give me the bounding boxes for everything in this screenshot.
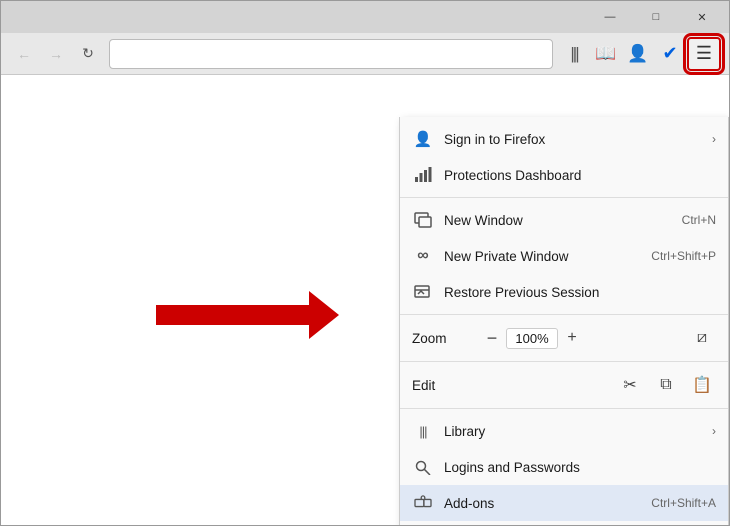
- library-arrow: ›: [712, 424, 716, 438]
- zoom-expand-button[interactable]: ⧄: [688, 325, 716, 351]
- hamburger-button[interactable]: ☰: [687, 37, 721, 71]
- menu-item-options[interactable]: ⚙ Options: [400, 521, 728, 525]
- divider-3: [400, 361, 728, 362]
- addons-icon: [412, 492, 434, 514]
- zoom-row[interactable]: Zoom − 100% + ⧄: [400, 319, 728, 357]
- new-window-shortcut: Ctrl+N: [682, 213, 716, 227]
- toolbar-right-buttons: ||| 📖 👤 ✔ ☰: [559, 37, 721, 71]
- forward-button[interactable]: →: [41, 39, 71, 69]
- arrow-body: [156, 305, 311, 325]
- signin-label: Sign in to Firefox: [444, 132, 708, 147]
- minimize-button[interactable]: —: [587, 1, 633, 33]
- close-button[interactable]: ✕: [679, 1, 725, 33]
- divider-4: [400, 408, 728, 409]
- firefox-icon: ✔: [662, 43, 677, 64]
- context-menu: 👤 Sign in to Firefox › Protection: [399, 117, 729, 525]
- zoom-label: Zoom: [412, 331, 462, 346]
- page-content: 👤 Sign in to Firefox › Protection: [1, 75, 729, 525]
- menu-item-signin[interactable]: 👤 Sign in to Firefox ›: [400, 121, 728, 157]
- zoom-minus-button[interactable]: −: [478, 325, 506, 351]
- library-label: Library: [444, 424, 708, 439]
- signin-arrow: ›: [712, 132, 716, 146]
- logins-icon: [412, 456, 434, 478]
- menu-item-protections[interactable]: Protections Dashboard: [400, 157, 728, 193]
- browser-window: — □ ✕ ← → ↻ ||| 📖 👤 ✔ ☰: [0, 0, 730, 526]
- account-icon: 👤: [627, 44, 648, 64]
- zoom-value: 100%: [506, 328, 558, 349]
- browser-toolbar: ← → ↻ ||| 📖 👤 ✔ ☰: [1, 33, 729, 75]
- menu-item-addons[interactable]: Add-ons Ctrl+Shift+A: [400, 485, 728, 521]
- synced-tabs-icon: 📖: [595, 44, 616, 64]
- back-button[interactable]: ←: [9, 39, 39, 69]
- copy-button[interactable]: ⧉: [652, 372, 680, 398]
- main-area: 👤 Sign in to Firefox › Protection: [1, 75, 729, 525]
- menu-item-restore-session[interactable]: Restore Previous Session: [400, 274, 728, 310]
- restore-session-icon: [412, 281, 434, 303]
- cut-button[interactable]: ✂: [616, 372, 644, 398]
- library-icon: |||: [570, 44, 577, 64]
- hamburger-icon: ☰: [696, 43, 712, 64]
- edit-label: Edit: [412, 378, 462, 393]
- menu-item-new-window[interactable]: New Window Ctrl+N: [400, 202, 728, 238]
- menu-item-private-window[interactable]: ∞ New Private Window Ctrl+Shift+P: [400, 238, 728, 274]
- maximize-button[interactable]: □: [633, 1, 679, 33]
- private-window-label: New Private Window: [444, 249, 643, 264]
- firefox-button[interactable]: ✔: [655, 39, 685, 69]
- protections-label: Protections Dashboard: [444, 168, 716, 183]
- restore-session-label: Restore Previous Session: [444, 285, 716, 300]
- addons-label: Add-ons: [444, 496, 643, 511]
- menu-item-logins[interactable]: Logins and Passwords: [400, 449, 728, 485]
- menu-item-library[interactable]: ||| Library ›: [400, 413, 728, 449]
- logins-label: Logins and Passwords: [444, 460, 716, 475]
- signin-icon: 👤: [412, 128, 434, 150]
- title-bar: — □ ✕: [1, 1, 729, 33]
- divider-1: [400, 197, 728, 198]
- account-button[interactable]: 👤: [623, 39, 653, 69]
- reload-button[interactable]: ↻: [73, 39, 103, 69]
- library-menu-icon: |||: [412, 420, 434, 442]
- library-button[interactable]: |||: [559, 39, 589, 69]
- nav-buttons: ← → ↻: [9, 39, 103, 69]
- new-window-label: New Window: [444, 213, 674, 228]
- red-arrow: [156, 305, 311, 325]
- divider-2: [400, 314, 728, 315]
- new-window-icon: [412, 209, 434, 231]
- addons-shortcut: Ctrl+Shift+A: [651, 496, 716, 510]
- address-bar[interactable]: [109, 39, 553, 69]
- edit-row: Edit ✂ ⧉ 📋: [400, 366, 728, 404]
- private-window-icon: ∞: [412, 245, 434, 267]
- private-window-shortcut: Ctrl+Shift+P: [651, 249, 716, 263]
- synced-tabs-button[interactable]: 📖: [591, 39, 621, 69]
- protections-icon: [412, 164, 434, 186]
- zoom-plus-button[interactable]: +: [558, 325, 586, 351]
- arrow-head: [309, 291, 339, 339]
- paste-button[interactable]: 📋: [688, 372, 716, 398]
